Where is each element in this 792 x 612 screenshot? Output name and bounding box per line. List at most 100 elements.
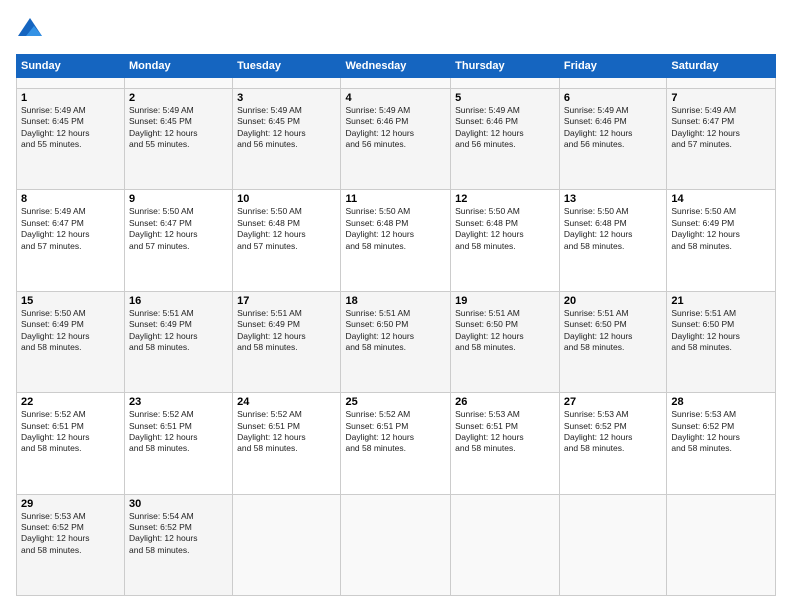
day-info: Sunrise: 5:49 AM Sunset: 6:47 PM Dayligh… xyxy=(671,105,771,151)
calendar-cell xyxy=(559,78,666,89)
day-number: 19 xyxy=(455,295,555,307)
day-info: Sunrise: 5:54 AM Sunset: 6:52 PM Dayligh… xyxy=(129,511,228,557)
day-info: Sunrise: 5:51 AM Sunset: 6:49 PM Dayligh… xyxy=(237,308,336,354)
logo-icon xyxy=(16,16,44,44)
day-number: 25 xyxy=(345,396,446,408)
calendar-cell: 28Sunrise: 5:53 AM Sunset: 6:52 PM Dayli… xyxy=(667,393,776,494)
day-info: Sunrise: 5:50 AM Sunset: 6:48 PM Dayligh… xyxy=(564,206,662,252)
calendar-cell: 14Sunrise: 5:50 AM Sunset: 6:49 PM Dayli… xyxy=(667,190,776,291)
day-info: Sunrise: 5:50 AM Sunset: 6:48 PM Dayligh… xyxy=(345,206,446,252)
day-number: 27 xyxy=(564,396,662,408)
header xyxy=(16,16,776,44)
day-number: 7 xyxy=(671,92,771,104)
day-info: Sunrise: 5:49 AM Sunset: 6:45 PM Dayligh… xyxy=(237,105,336,151)
calendar-cell: 13Sunrise: 5:50 AM Sunset: 6:48 PM Dayli… xyxy=(559,190,666,291)
day-info: Sunrise: 5:50 AM Sunset: 6:49 PM Dayligh… xyxy=(21,308,120,354)
day-number: 4 xyxy=(345,92,446,104)
calendar-cell: 15Sunrise: 5:50 AM Sunset: 6:49 PM Dayli… xyxy=(17,291,125,392)
day-number: 12 xyxy=(455,193,555,205)
calendar-week-row: 8Sunrise: 5:49 AM Sunset: 6:47 PM Daylig… xyxy=(17,190,776,291)
day-number: 30 xyxy=(129,498,228,510)
calendar-cell xyxy=(667,494,776,595)
calendar-cell: 4Sunrise: 5:49 AM Sunset: 6:46 PM Daylig… xyxy=(341,88,451,189)
day-info: Sunrise: 5:49 AM Sunset: 6:46 PM Dayligh… xyxy=(455,105,555,151)
day-info: Sunrise: 5:51 AM Sunset: 6:49 PM Dayligh… xyxy=(129,308,228,354)
day-number: 26 xyxy=(455,396,555,408)
calendar-week-row: 1Sunrise: 5:49 AM Sunset: 6:45 PM Daylig… xyxy=(17,88,776,189)
calendar-cell xyxy=(125,78,233,89)
day-info: Sunrise: 5:49 AM Sunset: 6:45 PM Dayligh… xyxy=(129,105,228,151)
day-number: 22 xyxy=(21,396,120,408)
day-info: Sunrise: 5:53 AM Sunset: 6:52 PM Dayligh… xyxy=(564,409,662,455)
calendar-cell: 2Sunrise: 5:49 AM Sunset: 6:45 PM Daylig… xyxy=(125,88,233,189)
calendar-cell: 30Sunrise: 5:54 AM Sunset: 6:52 PM Dayli… xyxy=(125,494,233,595)
day-number: 20 xyxy=(564,295,662,307)
calendar-cell: 7Sunrise: 5:49 AM Sunset: 6:47 PM Daylig… xyxy=(667,88,776,189)
day-info: Sunrise: 5:51 AM Sunset: 6:50 PM Dayligh… xyxy=(455,308,555,354)
calendar-cell: 22Sunrise: 5:52 AM Sunset: 6:51 PM Dayli… xyxy=(17,393,125,494)
calendar-cell: 25Sunrise: 5:52 AM Sunset: 6:51 PM Dayli… xyxy=(341,393,451,494)
calendar-cell: 18Sunrise: 5:51 AM Sunset: 6:50 PM Dayli… xyxy=(341,291,451,392)
day-number: 15 xyxy=(21,295,120,307)
day-number: 13 xyxy=(564,193,662,205)
calendar-cell: 6Sunrise: 5:49 AM Sunset: 6:46 PM Daylig… xyxy=(559,88,666,189)
calendar-cell xyxy=(667,78,776,89)
day-number: 17 xyxy=(237,295,336,307)
logo xyxy=(16,16,48,44)
calendar-cell xyxy=(451,78,560,89)
day-number: 14 xyxy=(671,193,771,205)
calendar-cell: 3Sunrise: 5:49 AM Sunset: 6:45 PM Daylig… xyxy=(233,88,341,189)
calendar-week-row: 22Sunrise: 5:52 AM Sunset: 6:51 PM Dayli… xyxy=(17,393,776,494)
day-number: 24 xyxy=(237,396,336,408)
calendar-cell: 8Sunrise: 5:49 AM Sunset: 6:47 PM Daylig… xyxy=(17,190,125,291)
calendar-cell xyxy=(341,78,451,89)
day-info: Sunrise: 5:53 AM Sunset: 6:51 PM Dayligh… xyxy=(455,409,555,455)
calendar-cell xyxy=(233,494,341,595)
day-info: Sunrise: 5:50 AM Sunset: 6:47 PM Dayligh… xyxy=(129,206,228,252)
day-info: Sunrise: 5:52 AM Sunset: 6:51 PM Dayligh… xyxy=(129,409,228,455)
day-number: 21 xyxy=(671,295,771,307)
calendar-cell: 16Sunrise: 5:51 AM Sunset: 6:49 PM Dayli… xyxy=(125,291,233,392)
calendar-cell xyxy=(341,494,451,595)
calendar-cell: 21Sunrise: 5:51 AM Sunset: 6:50 PM Dayli… xyxy=(667,291,776,392)
day-number: 16 xyxy=(129,295,228,307)
day-number: 29 xyxy=(21,498,120,510)
day-info: Sunrise: 5:51 AM Sunset: 6:50 PM Dayligh… xyxy=(564,308,662,354)
calendar-cell: 5Sunrise: 5:49 AM Sunset: 6:46 PM Daylig… xyxy=(451,88,560,189)
calendar-cell: 20Sunrise: 5:51 AM Sunset: 6:50 PM Dayli… xyxy=(559,291,666,392)
calendar-header-row: SundayMondayTuesdayWednesdayThursdayFrid… xyxy=(17,55,776,78)
day-info: Sunrise: 5:49 AM Sunset: 6:46 PM Dayligh… xyxy=(345,105,446,151)
day-number: 5 xyxy=(455,92,555,104)
calendar-cell: 10Sunrise: 5:50 AM Sunset: 6:48 PM Dayli… xyxy=(233,190,341,291)
day-number: 18 xyxy=(345,295,446,307)
col-header-monday: Monday xyxy=(125,55,233,78)
calendar-cell: 26Sunrise: 5:53 AM Sunset: 6:51 PM Dayli… xyxy=(451,393,560,494)
col-header-friday: Friday xyxy=(559,55,666,78)
day-number: 8 xyxy=(21,193,120,205)
col-header-tuesday: Tuesday xyxy=(233,55,341,78)
day-number: 23 xyxy=(129,396,228,408)
day-info: Sunrise: 5:52 AM Sunset: 6:51 PM Dayligh… xyxy=(21,409,120,455)
calendar-table: SundayMondayTuesdayWednesdayThursdayFrid… xyxy=(16,54,776,596)
day-info: Sunrise: 5:51 AM Sunset: 6:50 PM Dayligh… xyxy=(345,308,446,354)
calendar-week-row xyxy=(17,78,776,89)
day-info: Sunrise: 5:50 AM Sunset: 6:48 PM Dayligh… xyxy=(237,206,336,252)
calendar-cell: 9Sunrise: 5:50 AM Sunset: 6:47 PM Daylig… xyxy=(125,190,233,291)
calendar-cell xyxy=(451,494,560,595)
day-number: 11 xyxy=(345,193,446,205)
calendar-week-row: 29Sunrise: 5:53 AM Sunset: 6:52 PM Dayli… xyxy=(17,494,776,595)
day-info: Sunrise: 5:51 AM Sunset: 6:50 PM Dayligh… xyxy=(671,308,771,354)
calendar-cell: 17Sunrise: 5:51 AM Sunset: 6:49 PM Dayli… xyxy=(233,291,341,392)
day-info: Sunrise: 5:53 AM Sunset: 6:52 PM Dayligh… xyxy=(671,409,771,455)
day-info: Sunrise: 5:52 AM Sunset: 6:51 PM Dayligh… xyxy=(345,409,446,455)
day-info: Sunrise: 5:50 AM Sunset: 6:48 PM Dayligh… xyxy=(455,206,555,252)
day-number: 6 xyxy=(564,92,662,104)
calendar-cell xyxy=(559,494,666,595)
day-number: 10 xyxy=(237,193,336,205)
calendar-cell: 23Sunrise: 5:52 AM Sunset: 6:51 PM Dayli… xyxy=(125,393,233,494)
day-info: Sunrise: 5:53 AM Sunset: 6:52 PM Dayligh… xyxy=(21,511,120,557)
day-number: 1 xyxy=(21,92,120,104)
page: SundayMondayTuesdayWednesdayThursdayFrid… xyxy=(0,0,792,612)
day-info: Sunrise: 5:49 AM Sunset: 6:45 PM Dayligh… xyxy=(21,105,120,151)
day-info: Sunrise: 5:49 AM Sunset: 6:47 PM Dayligh… xyxy=(21,206,120,252)
